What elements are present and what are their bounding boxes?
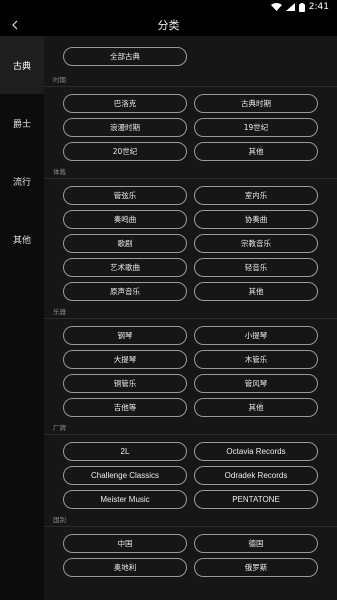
tag-chip[interactable]: 艺术歌曲 [63,258,187,277]
instrument-group: 乐器 钢琴 小提琴 大提琴 木管乐 铜管乐 管风琴 吉他等 其他 [44,305,337,417]
tag-chip[interactable]: Challenge Classics [63,466,187,485]
tag-chip[interactable]: Meister Music [63,490,187,509]
tag-chip[interactable]: 室内乐 [194,186,318,205]
category-content: 全部古典 时期 巴洛克 古典时期 浪漫时期 19世纪 20世纪 其他 体裁 管弦… [44,36,337,600]
tag-chip[interactable]: 大提琴 [63,350,187,369]
tag-chip[interactable]: 协奏曲 [194,210,318,229]
group-title-genre: 体裁 [44,165,337,179]
status-bar: 2:41 [0,0,337,14]
tag-chip[interactable]: PENTATONE [194,490,318,509]
genre-group: 体裁 管弦乐 室内乐 奏鸣曲 协奏曲 歌剧 宗教音乐 艺术歌曲 轻音乐 原声音乐… [44,165,337,301]
back-button[interactable] [6,16,24,34]
tag-chip[interactable]: 浪漫时期 [63,118,187,137]
tag-chip[interactable]: 吉他等 [63,398,187,417]
tag-chip[interactable]: 原声音乐 [63,282,187,301]
sidebar-item-label: 其他 [12,235,31,246]
sidebar-item-classical[interactable]: 古典 [0,36,44,94]
group-title-label: 厂牌 [44,421,337,435]
tag-chip[interactable]: 奥地利 [63,558,187,577]
status-time: 2:41 [308,2,329,12]
tag-chip[interactable]: 轻音乐 [194,258,318,277]
wifi-icon [270,3,282,11]
record-label-group: 厂牌 2L Octavia Records Challenge Classics… [44,421,337,509]
country-group: 国别 中国 德国 奥地利 俄罗斯 [44,513,337,577]
sidebar-item-label: 古典 [12,61,31,72]
sidebar-item-pop[interactable]: 流行 [0,152,44,210]
sidebar-item-label: 流行 [12,177,31,188]
tag-chip[interactable]: 宗教音乐 [194,234,318,253]
all-classical-button[interactable]: 全部古典 [63,47,187,66]
tag-chip[interactable]: 奏鸣曲 [63,210,187,229]
tag-chip[interactable]: 小提琴 [194,326,318,345]
tag-chip[interactable]: 其他 [194,398,318,417]
tag-chip[interactable]: 钢琴 [63,326,187,345]
app-bar: 分类 [0,14,337,36]
sidebar-item-label: 爵士 [12,119,31,130]
category-sidebar: 古典 爵士 流行 其他 [0,36,44,600]
period-group: 时期 巴洛克 古典时期 浪漫时期 19世纪 20世纪 其他 [44,73,337,161]
tag-chip[interactable]: 中国 [63,534,187,553]
tag-chip[interactable]: Octavia Records [194,442,318,461]
battery-icon [298,2,305,12]
tag-chip[interactable]: 歌剧 [63,234,187,253]
sidebar-item-other[interactable]: 其他 [0,210,44,268]
tag-chip[interactable]: 古典时期 [194,94,318,113]
tag-chip[interactable]: 俄罗斯 [194,558,318,577]
tag-chip[interactable]: 德国 [194,534,318,553]
tag-chip[interactable]: Odradek Records [194,466,318,485]
sidebar-item-jazz[interactable]: 爵士 [0,94,44,152]
tag-chip[interactable]: 2L [63,442,187,461]
group-title-period: 时期 [44,73,337,87]
group-title-country: 国别 [44,513,337,527]
signal-icon [285,3,295,11]
tag-chip[interactable]: 管风琴 [194,374,318,393]
tag-chip[interactable]: 20世纪 [63,142,187,161]
tag-chip[interactable]: 铜管乐 [63,374,187,393]
tag-chip[interactable]: 管弦乐 [63,186,187,205]
chevron-left-icon [12,20,18,30]
tag-chip[interactable]: 巴洛克 [63,94,187,113]
group-title-instrument: 乐器 [44,305,337,319]
tag-chip[interactable]: 其他 [194,282,318,301]
tag-chip[interactable]: 19世纪 [194,118,318,137]
tag-chip[interactable]: 木管乐 [194,350,318,369]
tag-chip[interactable]: 其他 [194,142,318,161]
page-title: 分类 [157,19,180,32]
